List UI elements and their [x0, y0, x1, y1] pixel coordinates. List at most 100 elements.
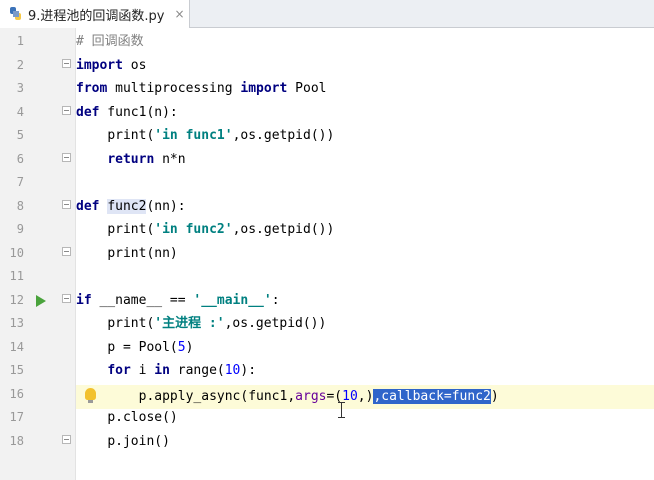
- string-literal: 'in func2': [154, 222, 233, 237]
- text-cursor-ibeam: [338, 402, 345, 418]
- function-name-highlight: func2: [107, 198, 147, 214]
- code-text: n*n: [154, 151, 186, 167]
- line-number: 6: [16, 151, 24, 166]
- string-literal: '__main__': [193, 292, 272, 308]
- fold-marker[interactable]: [62, 247, 71, 256]
- code-line-13: print('主进程 :',os.getpid()): [76, 312, 326, 336]
- code-text: print(nn): [107, 245, 178, 261]
- fold-marker[interactable]: [62, 106, 71, 115]
- line-number: 18: [9, 433, 24, 448]
- code-text: ,os.getpid()): [224, 316, 327, 331]
- fold-marker[interactable]: [62, 435, 71, 444]
- code-line-10: print(nn): [76, 242, 178, 266]
- code-line-3: from multiprocessing import Pool: [76, 77, 326, 101]
- code-line-14: p = Pool(5): [76, 336, 193, 360]
- code-text: print(: [107, 222, 155, 237]
- code-text: ): [490, 389, 499, 404]
- tab-filename: 9.进程池的回调函数.py: [28, 8, 165, 24]
- code-line-15: for i in range(10):: [76, 359, 256, 383]
- line-number: 14: [9, 339, 24, 354]
- code-line-5: print('in func1',os.getpid()): [76, 124, 334, 148]
- line-number: 10: [9, 245, 24, 260]
- line-number: 1: [16, 34, 24, 48]
- code-text: p = Pool(: [107, 339, 178, 355]
- run-icon[interactable]: [36, 295, 46, 307]
- text-selection[interactable]: ,callback=func2: [373, 389, 491, 404]
- line-number: 12: [9, 292, 24, 307]
- code-text: i: [130, 363, 155, 378]
- code-line-18: p.join(): [76, 430, 170, 454]
- line-number: 15: [9, 363, 24, 377]
- fold-marker[interactable]: [62, 153, 71, 162]
- close-tab-icon[interactable]: ×: [174, 7, 184, 21]
- editor-tab-bar: 9.进程池的回调函数.py ×: [0, 0, 654, 28]
- named-argument: args: [295, 389, 327, 404]
- code-text: print(: [107, 316, 155, 331]
- line-number: 8: [16, 198, 24, 213]
- line-number: 7: [16, 175, 24, 189]
- keyword: import: [76, 57, 123, 73]
- code-text: ,os.getpid()): [232, 222, 335, 237]
- code-text: ): [185, 339, 194, 355]
- code-text: os: [122, 57, 147, 73]
- code-text: :: [271, 292, 280, 308]
- line-number: 5: [16, 128, 24, 142]
- code-line-8: def func2(nn):: [76, 195, 186, 219]
- code-text: range(: [169, 363, 225, 378]
- fold-marker[interactable]: [62, 200, 71, 209]
- code-text: print(: [107, 128, 155, 143]
- code-text: ,): [357, 389, 374, 404]
- fold-marker[interactable]: [62, 59, 71, 68]
- keyword: if: [76, 292, 92, 308]
- code-line-4: def func1(n):: [76, 101, 178, 125]
- code-text: ,os.getpid()): [232, 128, 335, 143]
- keyword: for: [107, 363, 131, 378]
- keyword: def: [76, 104, 100, 120]
- line-number: 13: [9, 316, 24, 330]
- line-number: 11: [9, 269, 24, 283]
- code-text: func1(n):: [99, 104, 178, 120]
- code-text: multiprocessing: [107, 81, 241, 96]
- code-text: p.apply_async(func1,: [138, 389, 296, 404]
- line-number: 2: [16, 57, 24, 72]
- code-line-16: p.apply_async(func1,args=(10,),callback=…: [76, 385, 499, 409]
- code-line-1: # 回调函数: [76, 30, 144, 54]
- code-line-17: p.close(): [76, 406, 178, 430]
- line-number: 9: [16, 222, 24, 236]
- string-literal: '主进程 :': [154, 316, 225, 331]
- number-literal: 10: [224, 363, 241, 378]
- keyword: def: [76, 198, 100, 214]
- code-text: __name__ ==: [91, 292, 194, 308]
- line-number: 16: [9, 386, 24, 401]
- code-line-2: import os: [76, 54, 146, 78]
- code-text: p.close(): [107, 410, 178, 425]
- code-line-9: print('in func2',os.getpid()): [76, 218, 334, 242]
- line-number: 17: [9, 410, 24, 424]
- code-text: Pool: [287, 81, 327, 96]
- comment: # 回调函数: [76, 34, 144, 49]
- code-text: p.join(): [107, 433, 170, 449]
- code-text: (nn):: [146, 198, 186, 214]
- number-literal: 5: [177, 339, 186, 355]
- code-editor[interactable]: 1 2 3 4 5 6 7 8 9 10 11 12 13 14 15 16 1…: [0, 28, 654, 480]
- code-text: ):: [240, 363, 257, 378]
- keyword: return: [107, 151, 155, 167]
- keyword: import: [240, 81, 288, 96]
- python-file-icon: [10, 7, 21, 20]
- line-number: 4: [16, 104, 24, 119]
- code-line-12: if __name__ == '__main__':: [76, 289, 280, 313]
- keyword: from: [76, 81, 108, 96]
- string-literal: 'in func1': [154, 128, 233, 143]
- tab-file[interactable]: 9.进程池的回调函数.py ×: [0, 0, 190, 28]
- fold-marker[interactable]: [62, 294, 71, 303]
